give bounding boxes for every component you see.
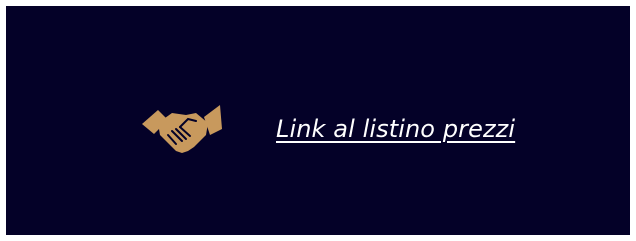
price-list-link[interactable]: Link al listino prezzi <box>276 115 515 143</box>
handshake-icon <box>138 101 226 157</box>
price-list-panel: Link al listino prezzi <box>6 6 630 235</box>
price-list-link-row: Link al listino prezzi <box>138 94 558 164</box>
